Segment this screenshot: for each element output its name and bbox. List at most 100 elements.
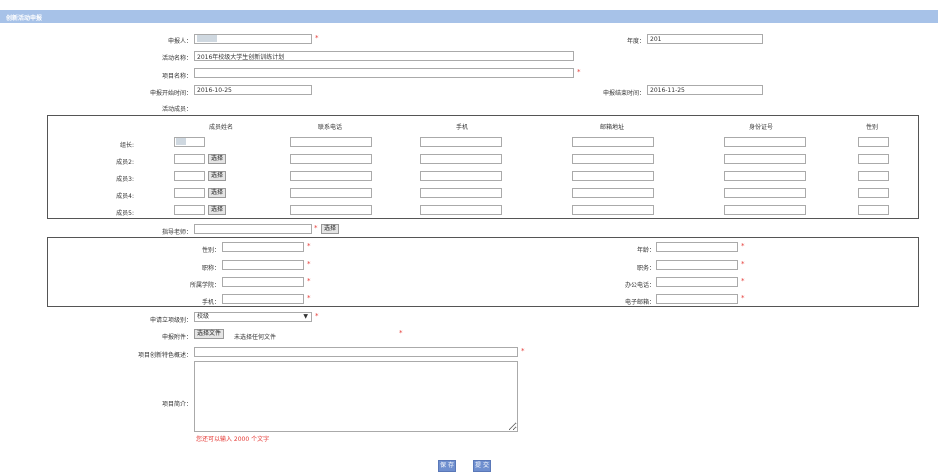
header-email: 邮箱地址 (600, 124, 625, 131)
advisor-college-label: 所属学院： (189, 282, 220, 289)
member3-gender-input[interactable] (858, 171, 889, 181)
advisor-post-input[interactable] (656, 260, 738, 270)
applicant-label: 申报人： (167, 38, 192, 45)
header-mobile: 手机 (456, 124, 469, 131)
start-time-label: 申报开始时间： (149, 90, 192, 97)
advisor-gender-input[interactable] (222, 242, 304, 252)
advisor-title-required: * (307, 260, 311, 268)
panel-title: 创新活动申报 (6, 15, 43, 22)
intro-textarea[interactable] (194, 361, 518, 432)
member5-select-button[interactable]: 选择 (208, 205, 227, 215)
intro-remaining-hint: 您还可以输入 2000 个文字 (196, 436, 270, 443)
member5-phone-input[interactable] (290, 205, 372, 215)
row-label-member2: 成员2: (116, 159, 134, 166)
members-table (47, 115, 919, 219)
member4-mobile-input[interactable] (420, 188, 502, 198)
advisor-post-required: * (741, 260, 745, 268)
header-member-name: 成员姓名 (209, 124, 234, 131)
member4-id-input[interactable] (724, 188, 806, 198)
leader-id-input[interactable] (724, 137, 806, 147)
attachment-required: * (399, 329, 403, 337)
save-button[interactable]: 保 存 (438, 460, 456, 472)
choose-file-button[interactable]: 选择文件 (194, 329, 225, 339)
member2-name-input[interactable] (174, 154, 205, 164)
project-name-label: 项目名称： (161, 73, 192, 80)
advisor-college-required: * (307, 277, 311, 285)
year-input[interactable] (647, 34, 763, 44)
header-id-number: 身份证号 (749, 124, 774, 131)
project-name-required: * (577, 68, 581, 76)
member4-name-input[interactable] (174, 188, 205, 198)
leader-phone-input[interactable] (290, 137, 372, 147)
project-name-input[interactable] (194, 68, 574, 78)
advisor-mobile-input[interactable] (222, 294, 304, 304)
member3-email-input[interactable] (572, 171, 654, 181)
member5-email-input[interactable] (572, 205, 654, 215)
advisor-office-phone-input[interactable] (656, 277, 738, 287)
start-time-input[interactable] (194, 85, 312, 95)
applicant-required: * (315, 34, 319, 42)
advisor-label: 指导老师： (161, 229, 192, 236)
member2-phone-input[interactable] (290, 154, 372, 164)
row-label-member4: 成员4: (116, 193, 134, 200)
level-select[interactable]: 校级 ▼ (194, 312, 312, 322)
advisor-mobile-label: 手机： (201, 299, 220, 306)
level-label: 申请立项级别： (149, 317, 192, 324)
member2-gender-input[interactable] (858, 154, 889, 164)
leader-gender-input[interactable] (858, 137, 889, 147)
panel-titlebar: 创新活动申报 (0, 10, 938, 23)
advisor-age-required: * (741, 242, 745, 250)
member4-select-button[interactable]: 选择 (208, 188, 227, 198)
attachment-label: 申报附件： (161, 334, 192, 341)
end-time-label: 申报结束时间： (602, 90, 645, 97)
applicant-redacted (197, 35, 217, 42)
end-time-input[interactable] (647, 85, 763, 95)
advisor-title-input[interactable] (222, 260, 304, 270)
innovation-input[interactable] (194, 347, 518, 357)
member3-name-input[interactable] (174, 171, 205, 181)
member3-phone-input[interactable] (290, 171, 372, 181)
member4-email-input[interactable] (572, 188, 654, 198)
advisor-select-button[interactable]: 选择 (321, 224, 340, 234)
member3-select-button[interactable]: 选择 (208, 171, 227, 181)
header-phone: 联系电话 (318, 124, 343, 131)
leader-mobile-input[interactable] (420, 137, 502, 147)
member3-id-input[interactable] (724, 171, 806, 181)
leader-email-input[interactable] (572, 137, 654, 147)
advisor-age-input[interactable] (656, 242, 738, 252)
member5-mobile-input[interactable] (420, 205, 502, 215)
intro-label: 项目简介： (161, 401, 192, 408)
innovation-required: * (521, 347, 525, 355)
member4-gender-input[interactable] (858, 188, 889, 198)
member2-email-input[interactable] (572, 154, 654, 164)
dropdown-arrow-icon: ▼ (303, 313, 308, 320)
advisor-post-label: 职务： (636, 265, 655, 272)
leader-redacted (176, 138, 186, 145)
advisor-email-required: * (741, 294, 745, 302)
row-label-member3: 成员3: (116, 176, 134, 183)
advisor-gender-required: * (307, 242, 311, 250)
advisor-email-input[interactable] (656, 294, 738, 304)
advisor-age-label: 年龄： (636, 247, 655, 254)
activity-name-label: 活动名称： (161, 55, 192, 62)
submit-button[interactable]: 提 交 (473, 460, 491, 472)
activity-name-input[interactable] (194, 51, 574, 61)
advisor-office-phone-label: 办公电话： (624, 282, 655, 289)
level-select-value: 校级 (197, 313, 210, 320)
member2-id-input[interactable] (724, 154, 806, 164)
members-label: 活动成员： (161, 106, 192, 113)
member5-id-input[interactable] (724, 205, 806, 215)
level-required: * (315, 312, 319, 320)
member3-mobile-input[interactable] (420, 171, 502, 181)
member2-select-button[interactable]: 选择 (208, 154, 227, 164)
row-label-leader: 组长: (119, 142, 134, 149)
advisor-college-input[interactable] (222, 277, 304, 287)
row-label-member5: 成员5: (116, 210, 134, 217)
member2-mobile-input[interactable] (420, 154, 502, 164)
advisor-mobile-required: * (307, 294, 311, 302)
member5-gender-input[interactable] (858, 205, 889, 215)
member4-phone-input[interactable] (290, 188, 372, 198)
advisor-input[interactable] (194, 224, 312, 234)
advisor-email-label: 电子邮箱： (624, 299, 655, 306)
member5-name-input[interactable] (174, 205, 205, 215)
